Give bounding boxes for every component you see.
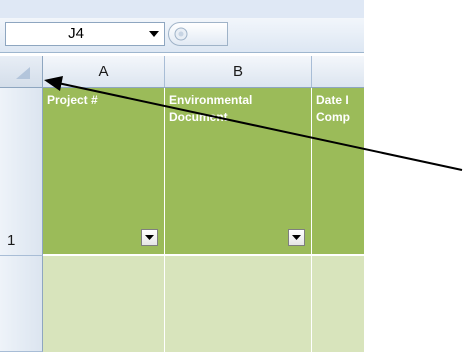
pointer-arrow-icon bbox=[44, 76, 463, 171]
